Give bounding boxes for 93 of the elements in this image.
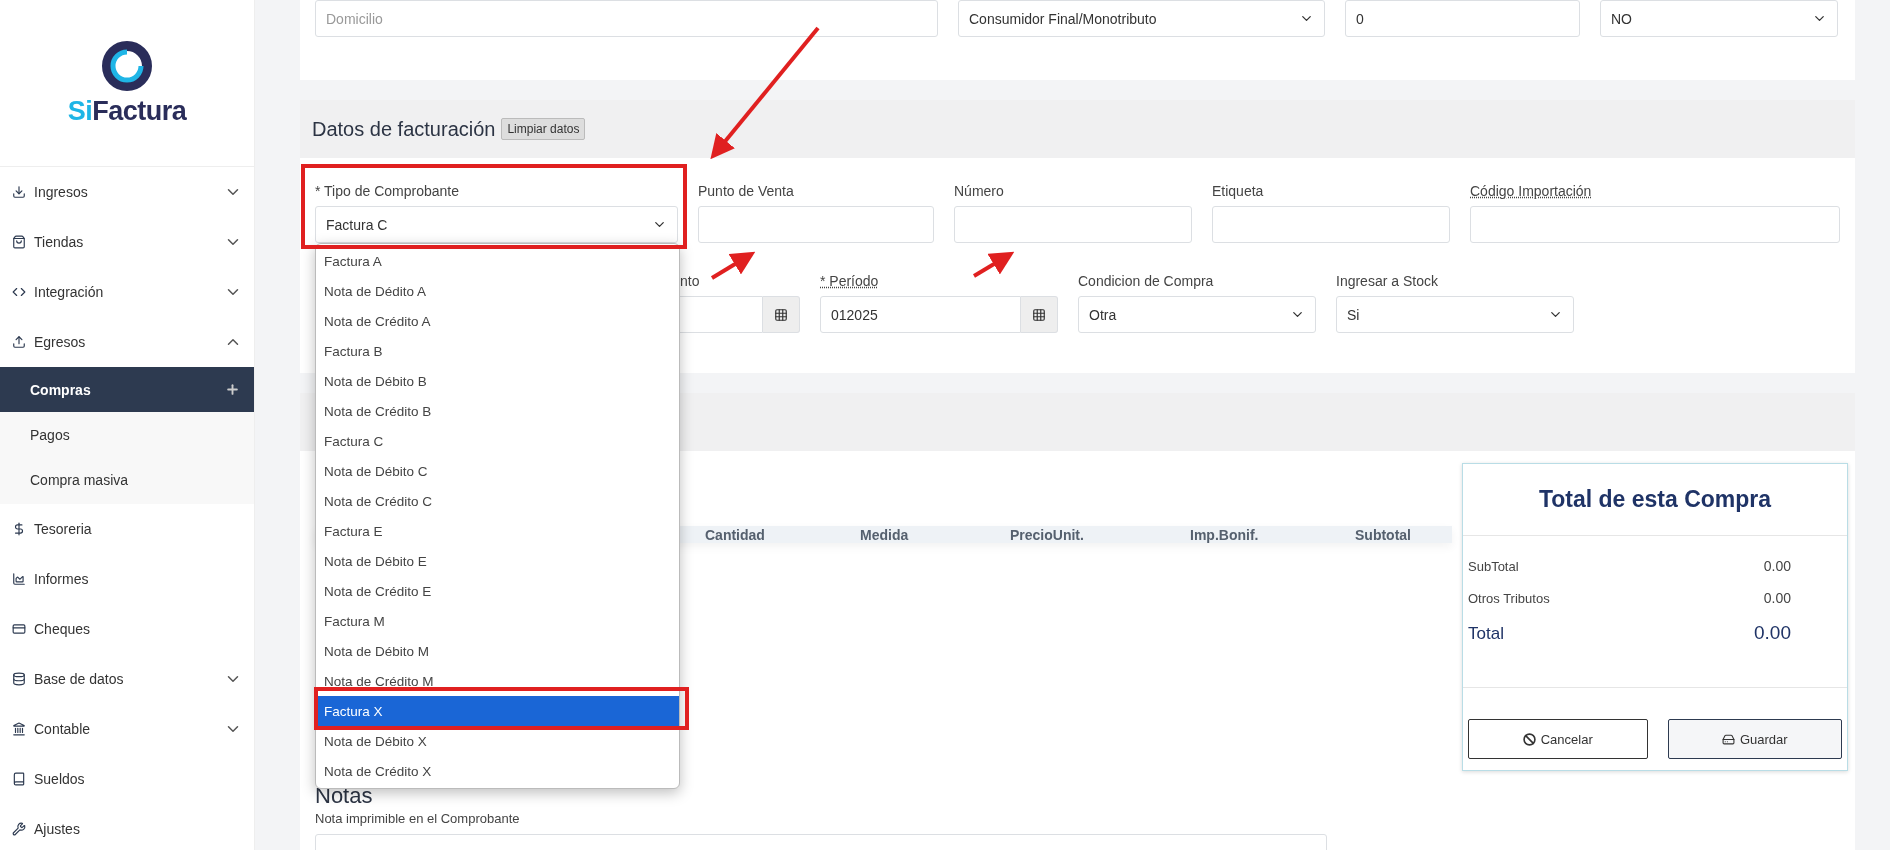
menu-item[interactable]: Egresos [0, 317, 254, 367]
dropdown-option[interactable]: Factura M [316, 606, 679, 636]
input-field[interactable] [1212, 206, 1450, 243]
menu-item[interactable]: Base de datos [0, 654, 254, 704]
field-label: * Tipo de Comprobante [315, 183, 459, 199]
dropdown-option[interactable]: Nota de Débito M [316, 636, 679, 666]
select-field[interactable]: Factura C [315, 206, 678, 243]
submenu-item[interactable]: Compras [0, 367, 254, 412]
total-label: SubTotal [1468, 559, 1519, 574]
field-label: Punto de Venta [698, 183, 794, 199]
field-label: nto [680, 273, 700, 289]
total-value: 0.00 [1763, 558, 1791, 574]
date-field[interactable]: 012025 [820, 296, 1021, 333]
plus-icon [225, 382, 240, 397]
clear-button[interactable]: Limpiar datos [501, 118, 586, 140]
submenu-item[interactable]: Pagos [0, 412, 254, 457]
menu-item[interactable]: Informes [0, 554, 254, 604]
column-header: Subtotal [1355, 526, 1412, 543]
select-field[interactable]: Si [1336, 296, 1574, 333]
menu-icon [12, 672, 26, 686]
menu-icon [12, 622, 26, 636]
field-label: Condicion de Compra [1078, 273, 1214, 289]
menu-icon [12, 822, 26, 836]
field-label: Etiqueta [1212, 183, 1264, 199]
field-label: * Período [820, 273, 879, 289]
menu-item[interactable]: Tiendas [0, 217, 254, 267]
grid-icon [774, 307, 788, 322]
dropdown-option[interactable]: Factura X [316, 696, 679, 726]
field-label: Ingresar a Stock [1336, 273, 1438, 289]
dropdown-option[interactable]: Nota de Crédito C [316, 486, 679, 516]
annotation-arrow [972, 251, 1015, 278]
dropdown-option[interactable]: Nota de Crédito X [316, 756, 679, 786]
calendar-button[interactable] [1021, 296, 1058, 333]
menu-item[interactable]: Sueldos [0, 754, 254, 804]
total-label: Otros Tributos [1468, 591, 1550, 606]
totals-title: Total de esta Compra [1463, 464, 1847, 536]
field-label: Número [954, 183, 1004, 199]
menu-icon [12, 572, 26, 586]
column-header: Imp.Bonif. [1190, 526, 1260, 543]
dropdown-option[interactable]: Nota de Crédito E [316, 576, 679, 606]
calendar-button[interactable] [763, 296, 800, 333]
menu-icon [12, 722, 26, 736]
grid-icon [1032, 307, 1046, 322]
total-value: 0.00 [1754, 622, 1791, 644]
menu-icon [12, 185, 26, 199]
total-value: 0.00 [1763, 590, 1791, 606]
save-button[interactable]: Guardar [1667, 719, 1842, 759]
section-title: Datos de facturación [312, 117, 496, 141]
dropdown-option[interactable]: Nota de Débito B [316, 366, 679, 396]
input-field[interactable] [954, 206, 1192, 243]
dropdown-option[interactable]: Factura A [316, 246, 679, 276]
field-label: Código Importación [1470, 183, 1592, 199]
cancel-icon [1522, 732, 1536, 746]
menu-item[interactable]: Contable [0, 704, 254, 754]
notes-label: Nota imprimible en el Comprobante [315, 811, 520, 827]
menu-item[interactable]: Integración [0, 267, 254, 317]
submenu-item[interactable]: Compra masiva [0, 457, 254, 502]
input-field[interactable] [1470, 206, 1840, 243]
column-header: Medida [860, 526, 910, 543]
dropdown-option[interactable]: Nota de Crédito M [316, 666, 679, 696]
select-field[interactable]: Otra [1078, 296, 1316, 333]
menu-icon [12, 235, 26, 249]
dropdown-option[interactable]: Nota de Dédito A [316, 276, 679, 306]
notes-title: Notas [315, 783, 373, 810]
menu-icon [12, 522, 26, 536]
dropdown-option[interactable]: Factura E [316, 516, 679, 546]
dropdown-option[interactable]: Nota de Crédito B [316, 396, 679, 426]
menu-icon [12, 285, 26, 299]
menu-item[interactable]: Ajustes [0, 804, 254, 850]
menu-item[interactable]: Tesoreria [0, 504, 254, 554]
total-label: Total [1468, 624, 1504, 644]
logo-icon [101, 39, 153, 92]
logo-text: SiFactura [67, 95, 187, 127]
dropdown-option[interactable]: Nota de Débito X [316, 726, 679, 756]
menu-icon [12, 335, 26, 349]
annotation-arrow [710, 251, 756, 280]
select-field[interactable]: Consumidor Final/Monotributo [958, 0, 1325, 37]
dropdown-option[interactable]: Factura C [316, 426, 679, 456]
menu-icon [12, 772, 26, 786]
drive-icon [1721, 732, 1735, 746]
dropdown-option[interactable]: Nota de Débito E [316, 546, 679, 576]
input-field[interactable]: Domicilio [315, 0, 938, 37]
dropdown-option[interactable]: Nota de Débito C [316, 456, 679, 486]
column-header: PrecioUnit. [1010, 526, 1085, 543]
dropdown-option[interactable]: Factura B [316, 336, 679, 366]
input-field[interactable]: 0 [1345, 0, 1580, 37]
menu-item[interactable]: Cheques [0, 604, 254, 654]
column-header: Cantidad [705, 526, 766, 543]
input-field[interactable] [698, 206, 934, 243]
cancel-button[interactable]: Cancelar [1468, 719, 1648, 759]
menu-item[interactable]: Ingresos [0, 167, 254, 217]
select-field[interactable]: NO [1600, 0, 1838, 37]
dropdown-option[interactable]: Nota de Crédito A [316, 306, 679, 336]
